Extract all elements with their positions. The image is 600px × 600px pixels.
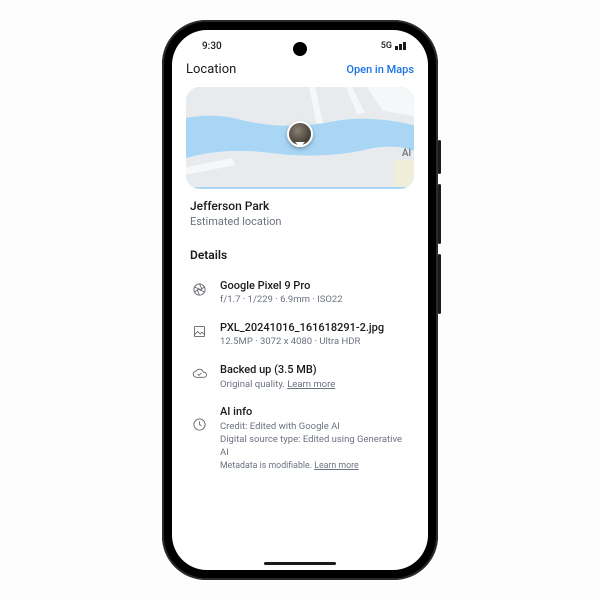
backup-row[interactable]: Backed up (3.5 MB) Original quality. Lea… bbox=[186, 356, 414, 398]
signal-icon bbox=[395, 42, 406, 50]
aperture-icon bbox=[190, 280, 208, 298]
status-right: 5G bbox=[381, 41, 406, 51]
file-title: PXL_20241016_161618291-2.jpg bbox=[220, 321, 410, 335]
camera-row[interactable]: Google Pixel 9 Pro f/1.7 · 1/229 · 6.9mm… bbox=[186, 272, 414, 314]
file-row[interactable]: PXL_20241016_161618291-2.jpg 12.5MP · 30… bbox=[186, 314, 414, 356]
map-preview[interactable]: Al bbox=[186, 87, 414, 189]
details-heading: Details bbox=[172, 242, 428, 272]
phone-frame: 9:30 5G Location Open in Maps bbox=[162, 20, 438, 580]
volume-up-button bbox=[438, 184, 441, 244]
ai-line2: Digital source type: Edited using Genera… bbox=[220, 434, 410, 460]
cloud-check-icon bbox=[190, 364, 208, 382]
location-block: Jefferson Park Estimated location bbox=[172, 189, 428, 242]
backup-sub: Original quality. Learn more bbox=[220, 379, 410, 392]
screen: 9:30 5G Location Open in Maps bbox=[172, 30, 428, 570]
side-button bbox=[438, 140, 441, 174]
status-time: 9:30 bbox=[202, 41, 222, 52]
backup-title: Backed up (3.5 MB) bbox=[220, 363, 410, 377]
ai-learn-more-link[interactable]: Learn more bbox=[314, 461, 359, 471]
location-subtitle: Estimated location bbox=[190, 215, 410, 228]
ai-info-row[interactable]: AI info Credit: Edited with Google AI Di… bbox=[186, 398, 414, 480]
page-title: Location bbox=[186, 62, 236, 77]
home-indicator[interactable] bbox=[264, 562, 336, 566]
volume-down-button bbox=[438, 254, 441, 314]
ai-meta: Metadata is modifiable. Learn more bbox=[220, 461, 410, 473]
front-camera bbox=[293, 42, 307, 56]
camera-sub: f/1.7 · 1/229 · 6.9mm · ISO22 bbox=[220, 294, 410, 307]
ai-edit-icon bbox=[190, 415, 208, 433]
camera-title: Google Pixel 9 Pro bbox=[220, 279, 410, 293]
ai-title: AI info bbox=[220, 405, 410, 419]
open-in-maps-link[interactable]: Open in Maps bbox=[346, 63, 414, 76]
file-sub: 12.5MP · 3072 x 4080 · Ultra HDR bbox=[220, 336, 410, 349]
image-icon bbox=[190, 322, 208, 340]
details-list: Google Pixel 9 Pro f/1.7 · 1/229 · 6.9mm… bbox=[172, 272, 428, 480]
header: Location Open in Maps bbox=[172, 62, 428, 83]
ai-line1: Credit: Edited with Google AI bbox=[220, 421, 410, 434]
network-label: 5G bbox=[381, 41, 392, 51]
location-name: Jefferson Park bbox=[190, 199, 410, 213]
map-nearby-label: Al bbox=[402, 148, 411, 159]
backup-learn-more-link[interactable]: Learn more bbox=[287, 379, 335, 390]
map-pin-icon bbox=[287, 121, 313, 147]
